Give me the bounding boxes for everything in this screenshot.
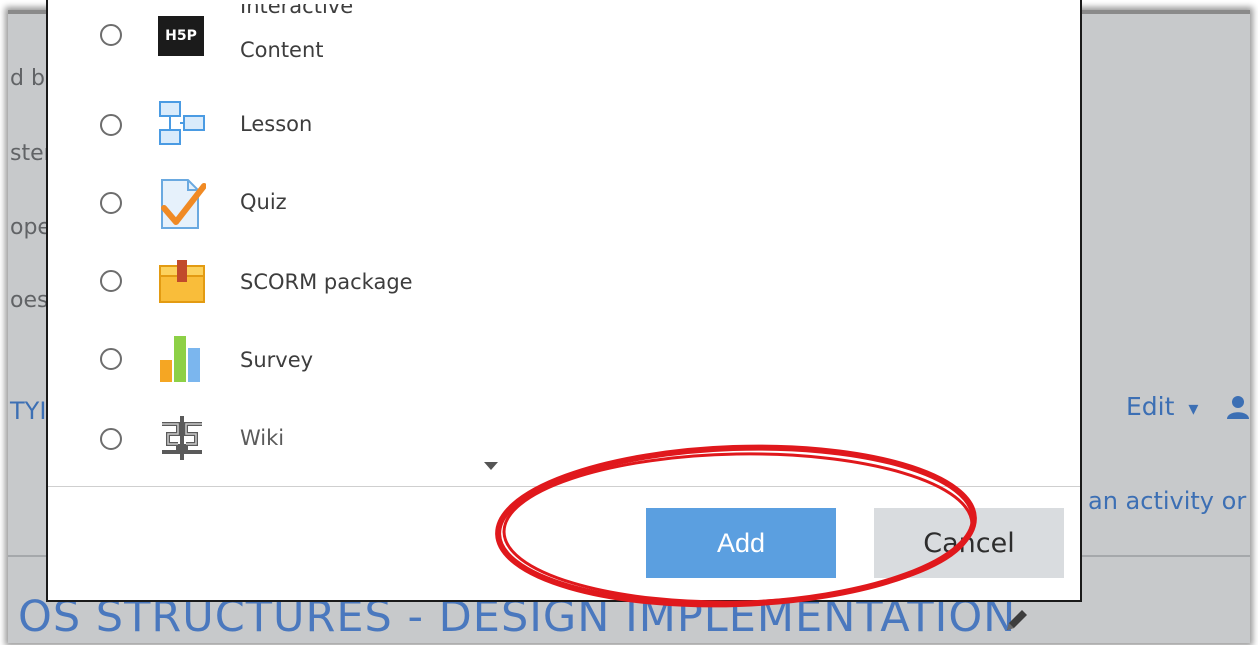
- h5p-icon: H5P: [158, 16, 204, 56]
- bg-text-fragment: d b: [10, 66, 45, 91]
- radio-button[interactable]: [100, 348, 122, 370]
- caret-down-icon: ▾: [1188, 396, 1199, 420]
- option-label: Wiki: [240, 426, 285, 450]
- user-icon[interactable]: [1226, 394, 1252, 420]
- option-lesson[interactable]: Lesson: [48, 90, 1048, 160]
- bg-link-fragment[interactable]: TYI: [10, 397, 46, 425]
- option-label: SCORM package: [240, 270, 413, 294]
- option-label-line2: Content: [240, 38, 324, 62]
- h5p-icon-text: H5P: [165, 28, 197, 44]
- add-activity-dialog: H5P Interactive Content Lesson Quiz SCOR…: [46, 0, 1082, 602]
- radio-button[interactable]: [100, 192, 122, 214]
- option-label: Quiz: [240, 190, 287, 214]
- option-label: Lesson: [240, 112, 313, 136]
- bg-text-fragment: oes: [10, 288, 49, 313]
- quiz-icon: [158, 178, 207, 229]
- wiki-icon: [158, 414, 206, 462]
- add-button[interactable]: Add: [646, 508, 836, 578]
- option-label: Interactive Content: [240, 4, 353, 64]
- edit-menu[interactable]: Edit ▾: [1126, 392, 1198, 421]
- option-quiz[interactable]: Quiz: [48, 168, 1048, 238]
- option-interactive-content[interactable]: H5P Interactive Content: [48, 0, 1048, 70]
- cancel-button[interactable]: Cancel: [874, 508, 1064, 578]
- option-survey[interactable]: Survey: [48, 324, 1048, 394]
- radio-button[interactable]: [100, 270, 122, 292]
- bg-text-fragment: ope: [10, 215, 51, 240]
- scroll-down-icon[interactable]: [484, 462, 498, 470]
- survey-icon: [158, 334, 206, 382]
- radio-button[interactable]: [100, 114, 122, 136]
- dialog-footer-separator: [48, 486, 1080, 487]
- option-label: Survey: [240, 348, 314, 372]
- option-wiki[interactable]: Wiki: [48, 402, 1048, 472]
- pencil-icon[interactable]: [1003, 606, 1031, 634]
- option-label-line1: Interactive: [240, 4, 354, 18]
- radio-button[interactable]: [100, 428, 122, 450]
- option-scorm-package[interactable]: SCORM package: [48, 246, 1048, 316]
- radio-button[interactable]: [100, 24, 122, 46]
- add-activity-link[interactable]: an activity or: [1088, 487, 1246, 515]
- lesson-icon: [158, 100, 206, 148]
- edit-menu-label: Edit: [1126, 392, 1175, 421]
- scorm-package-icon: [158, 258, 206, 306]
